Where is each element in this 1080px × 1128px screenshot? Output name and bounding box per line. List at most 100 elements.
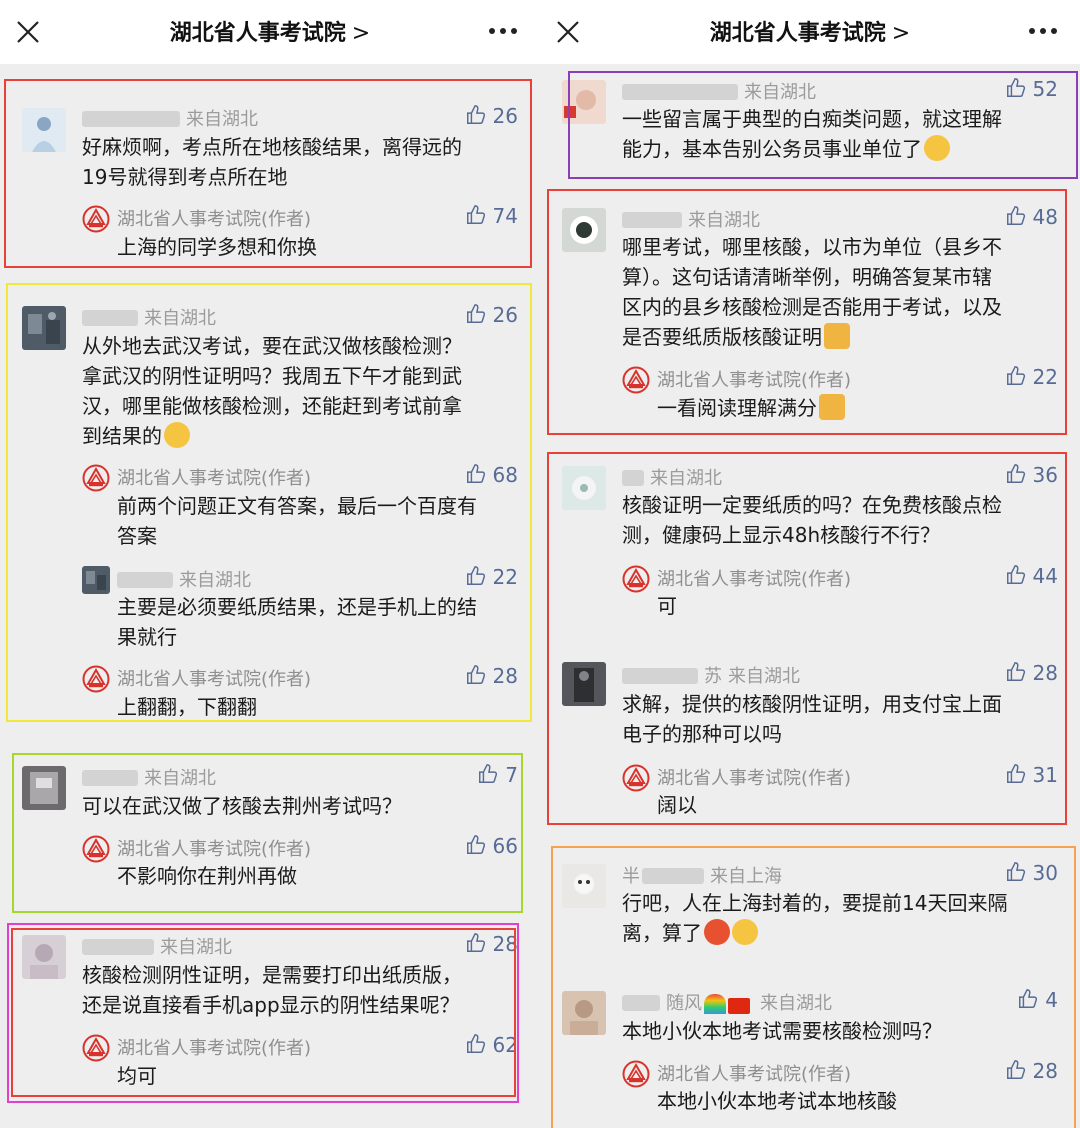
thumb-up-icon <box>1006 78 1025 97</box>
avatar[interactable] <box>22 306 66 350</box>
username[interactable]: 随风 来自湖北 <box>622 989 832 1015</box>
thumb-up-icon <box>466 464 485 483</box>
page-title[interactable]: 湖北省人事考试院 > <box>540 15 1080 47</box>
like-button[interactable]: 22 <box>440 565 518 591</box>
crying-emoji-icon <box>924 135 950 161</box>
avatar[interactable] <box>562 864 606 908</box>
author-name[interactable]: 湖北省人事考试院(作者) <box>117 205 311 231</box>
like-button[interactable]: 28 <box>440 664 518 690</box>
avatar[interactable] <box>562 466 606 510</box>
author-name[interactable]: 湖北省人事考试院(作者) <box>657 565 851 591</box>
like-button[interactable]: 30 <box>980 861 1058 887</box>
username[interactable]: 来自湖北 <box>622 464 722 490</box>
avatar[interactable] <box>562 208 606 252</box>
thumb-up-icon <box>466 205 485 224</box>
username[interactable]: 来自湖北 <box>117 566 251 592</box>
like-button[interactable]: 74 <box>440 204 518 230</box>
location-text: 来自上海 <box>710 866 782 887</box>
reply-text: 阔以 <box>657 793 697 817</box>
like-button[interactable]: 31 <box>980 763 1058 789</box>
author-name[interactable]: 湖北省人事考试院(作者) <box>657 1060 851 1086</box>
author-emblem-icon[interactable] <box>622 565 650 593</box>
reply-text: 主要是必须要纸质结果，还是手机上的结 果就行 <box>117 595 477 649</box>
reply-text: 一看阅读理解满分 <box>657 393 845 423</box>
username[interactable]: 来自湖北 <box>622 206 760 232</box>
comment-text: 核酸证明一定要纸质的吗？在免费核酸点检 测，健康码上显示48h核酸行不行？ <box>622 493 1002 547</box>
reply-text: 前两个问题正文有答案，最后一个百度有 答案 <box>117 494 477 548</box>
like-button[interactable]: 28 <box>980 661 1058 687</box>
author-name[interactable]: 湖北省人事考试院(作者) <box>117 665 311 691</box>
author-name[interactable]: 湖北省人事考试院(作者) <box>117 835 311 861</box>
like-button[interactable]: 48 <box>980 205 1058 231</box>
username[interactable]: 来自湖北 <box>622 78 816 104</box>
author-emblem-icon[interactable] <box>82 835 110 863</box>
username[interactable]: 来自湖北 <box>82 933 232 959</box>
location-text: 来自湖北 <box>186 109 258 130</box>
author-name[interactable]: 湖北省人事考试院(作者) <box>657 366 851 392</box>
like-button[interactable]: 68 <box>440 463 518 489</box>
username[interactable]: 来自湖北 <box>82 105 258 131</box>
thumb-up-icon <box>466 105 485 124</box>
username[interactable]: 半 来自上海 <box>622 862 782 888</box>
location-text: 来自湖北 <box>144 768 216 789</box>
like-button[interactable]: 28 <box>440 932 518 958</box>
avatar[interactable] <box>22 935 66 979</box>
thumb-up-icon <box>466 665 485 684</box>
avatar[interactable] <box>562 80 606 124</box>
more-icon[interactable] <box>488 21 518 41</box>
location-text: 来自湖北 <box>650 468 722 489</box>
china-flag-emoji-icon <box>728 998 750 1014</box>
like-button[interactable]: 36 <box>980 463 1058 489</box>
author-emblem-icon[interactable] <box>622 366 650 394</box>
like-button[interactable]: 28 <box>980 1059 1058 1085</box>
avatar[interactable] <box>22 108 66 152</box>
username[interactable]: 来自湖北 <box>82 304 216 330</box>
username[interactable]: 苏来自湖北 <box>622 662 800 688</box>
thumb-up-icon <box>1006 464 1025 483</box>
location-text: 来自湖北 <box>160 937 232 958</box>
author-emblem-icon[interactable] <box>82 464 110 492</box>
reply-text: 本地小伙本地考试本地核酸 <box>657 1089 897 1113</box>
location-text: 来自湖北 <box>760 993 832 1014</box>
avatar[interactable] <box>562 991 606 1035</box>
author-emblem-icon[interactable] <box>82 1034 110 1062</box>
thumb-up-icon <box>1006 206 1025 225</box>
reply-text: 可 <box>657 594 677 618</box>
like-button[interactable]: 66 <box>440 834 518 860</box>
crying-emoji-icon <box>732 919 758 945</box>
thumb-up-icon <box>479 764 498 783</box>
thumb-up-icon <box>1006 764 1025 783</box>
more-icon[interactable] <box>1028 21 1058 41</box>
comment-text: 好麻烦啊，考点所在地核酸结果，离得远的 19号就得到考点所在地 <box>82 135 462 189</box>
like-button[interactable]: 44 <box>980 564 1058 590</box>
like-button[interactable]: 26 <box>440 303 518 329</box>
avatar[interactable] <box>562 662 606 706</box>
author-emblem-icon[interactable] <box>82 665 110 693</box>
location-text: 来自湖北 <box>744 82 816 103</box>
comment-text: 本地小伙本地考试需要核酸检测吗？ <box>622 1019 942 1043</box>
like-button[interactable]: 62 <box>440 1033 518 1059</box>
top-bar: 湖北省人事考试院 > <box>0 0 540 64</box>
username[interactable]: 来自湖北 <box>82 764 216 790</box>
author-name[interactable]: 湖北省人事考试院(作者) <box>657 764 851 790</box>
location-text: 来自湖北 <box>728 666 800 687</box>
page-title[interactable]: 湖北省人事考试院 > <box>0 15 540 47</box>
like-button[interactable]: 22 <box>980 365 1058 391</box>
author-emblem-icon[interactable] <box>622 1060 650 1088</box>
like-button[interactable]: 52 <box>980 77 1058 103</box>
avatar[interactable] <box>22 766 66 810</box>
reply-text: 不影响你在荆州再做 <box>117 864 297 888</box>
author-name[interactable]: 湖北省人事考试院(作者) <box>117 464 311 490</box>
like-button[interactable]: 4 <box>980 988 1058 1014</box>
thumb-up-icon <box>466 933 485 952</box>
thumb-up-icon <box>466 566 485 585</box>
author-name[interactable]: 湖北省人事考试院(作者) <box>117 1034 311 1060</box>
author-emblem-icon[interactable] <box>622 764 650 792</box>
chevron-right-icon: > <box>891 21 911 46</box>
author-emblem-icon[interactable] <box>82 205 110 233</box>
like-button[interactable]: 7 <box>440 763 518 789</box>
title-text: 湖北省人事考试院 <box>169 21 346 46</box>
avatar[interactable] <box>82 566 110 594</box>
username-text: 半 <box>622 866 640 887</box>
like-button[interactable]: 26 <box>440 104 518 130</box>
